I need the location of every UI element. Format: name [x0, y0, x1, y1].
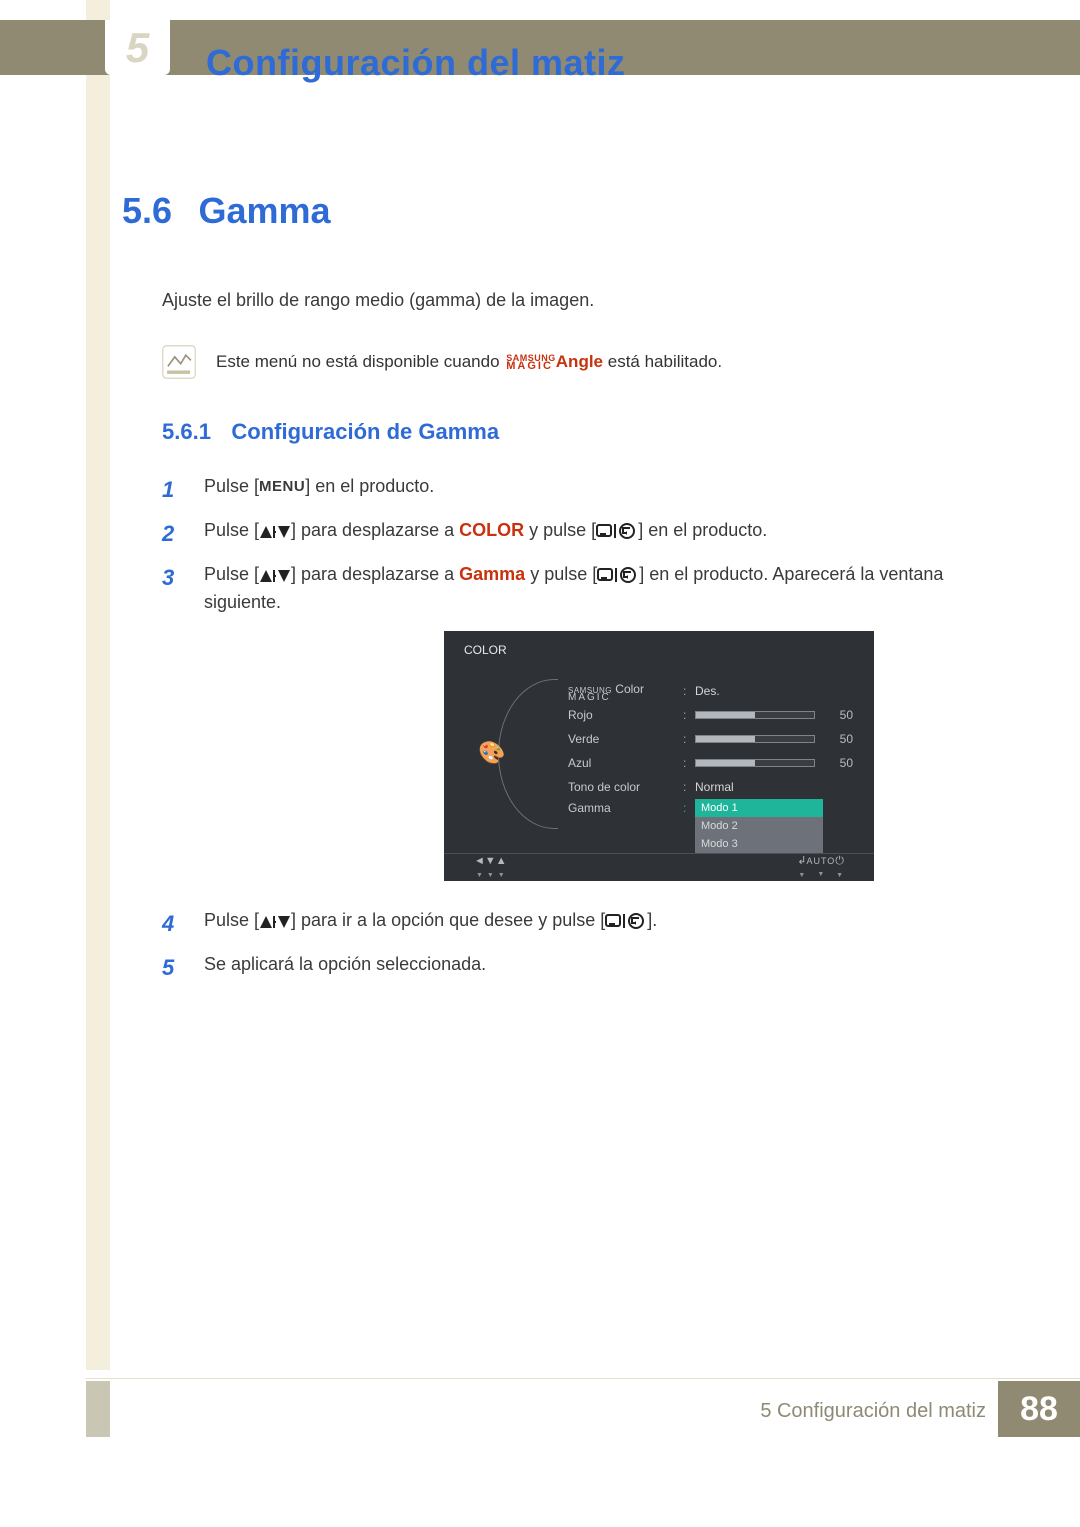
subsection-number: 5.6.1: [162, 419, 211, 445]
osd-value: 50: [823, 754, 853, 773]
auto-label: AUTO▼: [806, 855, 835, 881]
step-text: Pulse [: [204, 910, 259, 930]
page-left-margin: [86, 0, 110, 1370]
step-text: ] para desplazarse a: [291, 520, 459, 540]
note-icon: [162, 345, 196, 379]
subsection-heading: 5.6.1 Configuración de Gamma: [162, 419, 1000, 445]
palette-icon: 🎨: [478, 736, 505, 770]
step-item: 3 Pulse [ ] para desplazarse a Gamma y pu…: [162, 561, 1000, 897]
osd-gamma-option: Modo 3: [695, 835, 823, 853]
note-pre: Este menú no está disponible cuando: [216, 352, 504, 371]
osd-gamma-option: Modo 2: [695, 817, 823, 835]
step-text: ] para ir a la opción que desee y pulse …: [291, 910, 605, 930]
enter-icon: ↲▼: [797, 853, 806, 882]
osd-screenshot: COLOR 🎨 SAMSUNGMAGIC Color : Des. Rojo:: [444, 631, 874, 881]
samsung-magic-logo: SAMSUNGMAGIC: [506, 354, 556, 372]
note-row: Este menú no está disponible cuando SAMS…: [162, 345, 1000, 379]
osd-gamma-option: Modo 1: [695, 799, 823, 817]
up-icon: ▲▼: [496, 853, 507, 882]
step-number: 2: [162, 517, 182, 551]
footer-text: 5 Configuración del matiz: [760, 1400, 986, 1423]
step-item: 5 Se aplicará la opción seleccionada.: [162, 951, 1000, 985]
note-post: está habilitado.: [603, 352, 722, 371]
back-icon: ◄▼: [474, 853, 485, 882]
step-text: ] para desplazarse a: [291, 564, 459, 584]
osd-value: 50: [823, 706, 853, 725]
slider-icon: [695, 711, 815, 719]
chapter-title: Configuración del matiz: [206, 42, 626, 84]
step-text: y pulse [: [525, 564, 597, 584]
osd-value: Normal: [695, 778, 734, 797]
osd-row-gamma: Gamma: Modo 1 Modo 2 Modo 3: [568, 799, 858, 853]
step-text: y pulse [: [524, 520, 596, 540]
osd-row-azul: Azul: 50: [568, 751, 858, 775]
osd-row-rojo: Rojo: 50: [568, 703, 858, 727]
up-down-icon: [259, 910, 291, 930]
step-target: Gamma: [459, 564, 525, 584]
osd-row-verde: Verde: 50: [568, 727, 858, 751]
osd-row-magic-color: SAMSUNGMAGIC Color : Des.: [568, 679, 858, 703]
step-text: ].: [647, 910, 657, 930]
section-heading: 5.6 Gamma: [122, 190, 1000, 232]
step-target: COLOR: [459, 520, 524, 540]
step-item: 2 Pulse [ ] para desplazarse a COLOR y pu…: [162, 517, 1000, 551]
step-item: 1 Pulse [MENU] en el producto.: [162, 473, 1000, 507]
step-text: ] en el producto.: [638, 520, 767, 540]
menu-key-label: MENU: [259, 478, 305, 495]
osd-row-tono: Tono de color: Normal: [568, 775, 858, 799]
osd-value: 50: [823, 730, 853, 749]
osd-arc: [498, 679, 558, 829]
osd-value: Des.: [695, 682, 720, 701]
step-text: Pulse [: [204, 476, 259, 496]
step-number: 3: [162, 561, 182, 897]
slider-icon: [695, 735, 815, 743]
source-enter-icon: [597, 564, 639, 584]
note-angle: Angle: [556, 352, 603, 371]
source-enter-icon: [605, 910, 647, 930]
step-item: 4 Pulse [ ] para ir a la opción que desee…: [162, 907, 1000, 941]
chapter-number-tab: 5: [105, 20, 170, 75]
slider-icon: [695, 759, 815, 767]
up-down-icon: [259, 564, 291, 584]
step-number: 4: [162, 907, 182, 941]
osd-footer: ◄▼ ▼▼ ▲▼ ↲▼ AUTO▼ ⏻▼: [444, 853, 874, 881]
power-icon: ⏻▼: [835, 853, 844, 882]
subsection-name: Configuración de Gamma: [231, 419, 499, 445]
section-intro: Ajuste el brillo de rango medio (gamma) …: [162, 288, 1000, 313]
footer-rule: [86, 1378, 1080, 1379]
section-number: 5.6: [122, 190, 172, 232]
step-number: 1: [162, 473, 182, 507]
footer-page-number: 88: [998, 1381, 1080, 1437]
step-number: 5: [162, 951, 182, 985]
down-icon: ▼▼: [485, 853, 496, 882]
step-text: Se aplicará la opción seleccionada.: [204, 951, 1000, 985]
page-footer: 5 Configuración del matiz 88: [86, 1377, 1080, 1437]
step-text: Pulse [: [204, 520, 259, 540]
source-enter-icon: [596, 520, 638, 540]
section-name: Gamma: [199, 190, 331, 232]
step-text: Pulse [: [204, 564, 259, 584]
footer-left-block: [86, 1381, 110, 1437]
osd-title: COLOR: [464, 641, 507, 660]
up-down-icon: [259, 520, 291, 540]
step-text: ] en el producto.: [305, 476, 434, 496]
